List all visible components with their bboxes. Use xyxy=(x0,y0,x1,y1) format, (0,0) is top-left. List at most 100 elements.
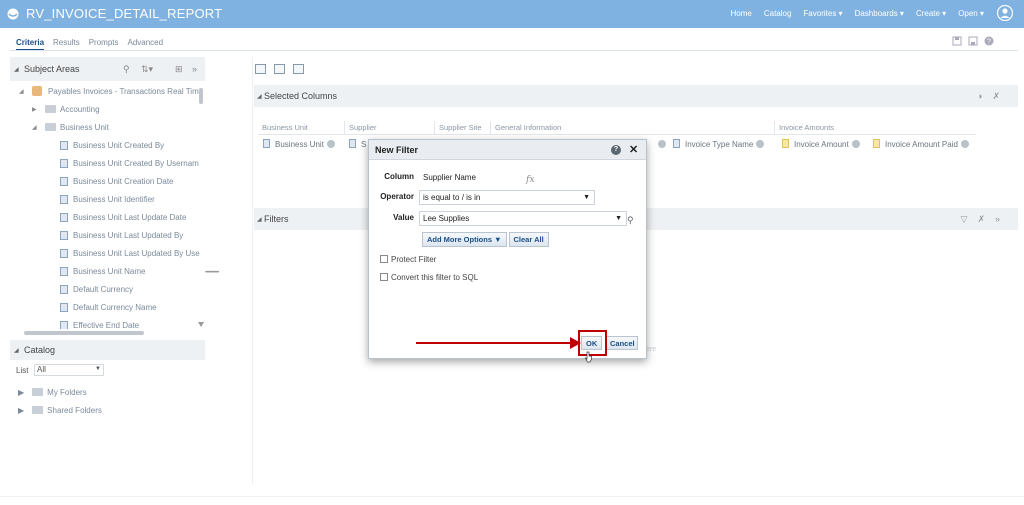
expand-arrow-icon[interactable]: ▶ xyxy=(32,106,37,113)
add-more-options-button[interactable]: Add More Options ▼ xyxy=(422,232,507,247)
tree-vertical-scrollbar[interactable] xyxy=(198,88,204,328)
column-value: Supplier Name xyxy=(419,170,529,185)
column-icon xyxy=(263,139,270,148)
column-icon xyxy=(349,139,356,148)
selected-columns-title: Selected Columns xyxy=(264,91,338,101)
nav-favorites[interactable]: Favorites ▾ xyxy=(803,9,842,18)
gear-icon[interactable] xyxy=(960,140,969,148)
nav-open[interactable]: Open ▾ xyxy=(958,9,984,18)
tree-column[interactable]: Business Unit Last Update Date xyxy=(10,210,200,228)
collapse-triangle-icon[interactable]: ◢ xyxy=(14,347,19,354)
save-icon[interactable] xyxy=(952,36,962,46)
tree-column[interactable]: Business Unit Last Updated By Use xyxy=(10,246,200,264)
remove-filters-icon[interactable]: ✗ xyxy=(977,214,985,225)
properties-icon[interactable] xyxy=(293,64,304,74)
checkbox-box[interactable] xyxy=(380,255,388,263)
sort-icon[interactable]: ⇅▾ xyxy=(141,64,153,75)
operator-select[interactable]: is equal to / is in ▼ xyxy=(419,190,595,205)
group-header: Invoice Amounts xyxy=(779,123,835,132)
tree-horizontal-scrollbar[interactable] xyxy=(14,331,202,335)
help-icon[interactable]: ? xyxy=(611,145,621,155)
gear-icon[interactable] xyxy=(851,140,860,148)
remove-all-icon[interactable]: ✗ xyxy=(992,91,1000,102)
column-icon xyxy=(60,159,68,168)
nav-dashboards[interactable]: Dashboards ▾ xyxy=(855,9,904,18)
edit-icon[interactable] xyxy=(274,64,285,74)
criteria-toolbar xyxy=(255,64,304,74)
value-input[interactable]: Lee Supplies ▼ xyxy=(419,211,627,226)
search-icon[interactable]: ⚲ xyxy=(627,215,634,226)
tree-column[interactable]: Default Currency xyxy=(10,282,200,300)
fx-icon[interactable]: fx xyxy=(526,175,534,185)
gear-icon[interactable] xyxy=(658,140,666,148)
tree-root[interactable]: ◢ Payables Invoices - Transactions Real … xyxy=(10,84,200,102)
selected-column-invoice-amount[interactable]: Invoice Amount xyxy=(782,138,860,152)
tree-column[interactable]: Business Unit Created By xyxy=(10,138,200,156)
group-header: General Information xyxy=(491,121,775,134)
nav-catalog[interactable]: Catalog xyxy=(764,9,792,18)
tree-column[interactable]: Business Unit Last Updated By xyxy=(10,228,200,246)
selected-columns-header: ◢ Selected Columns ◑ ✗ xyxy=(254,85,1018,107)
close-icon[interactable]: ✕ xyxy=(629,143,638,156)
gear-icon[interactable] xyxy=(756,140,765,148)
scrollbar-thumb[interactable] xyxy=(24,331,144,335)
panel-splitter-handle[interactable]: •••••••••••• xyxy=(205,270,251,276)
column-icon xyxy=(60,231,68,240)
collapse-triangle-icon[interactable]: ◢ xyxy=(14,66,19,73)
protect-filter-checkbox[interactable]: Protect Filter xyxy=(380,255,436,264)
search-icon[interactable]: ⚲ xyxy=(123,64,130,75)
tree-column[interactable]: Business Unit Name xyxy=(10,264,200,282)
help-icon[interactable]: ? xyxy=(984,36,994,46)
user-avatar-icon[interactable] xyxy=(997,5,1013,21)
selected-column-supplier[interactable]: S xyxy=(349,138,366,152)
expand-arrow-icon[interactable]: ▶ xyxy=(18,406,24,415)
chevron-down-icon[interactable]: ▼ xyxy=(615,212,622,225)
add-subject-area-icon[interactable]: ⊞ xyxy=(175,64,183,75)
value-label: Value xyxy=(393,213,414,222)
selected-column-invoice-amount-paid[interactable]: Invoice Amount Paid xyxy=(873,138,969,152)
filter-icon[interactable] xyxy=(255,64,266,74)
selected-column-business-unit[interactable]: Business Unit xyxy=(263,138,335,152)
tree-column[interactable]: Business Unit Identifier xyxy=(10,192,200,210)
collapse-triangle-icon[interactable]: ◢ xyxy=(257,216,262,223)
clear-all-button[interactable]: Clear All xyxy=(508,232,549,247)
catalog-folder-my-folders[interactable]: ▶ My Folders xyxy=(18,388,87,397)
column-icon xyxy=(60,213,68,222)
expand-panel-icon[interactable]: » xyxy=(192,64,197,74)
more-icon[interactable]: » xyxy=(995,214,1000,225)
collapse-arrow-icon[interactable]: ◢ xyxy=(32,124,37,131)
selected-column-gear-partial[interactable] xyxy=(655,138,666,152)
nav-home[interactable]: Home xyxy=(731,9,752,18)
cancel-button[interactable]: Cancel xyxy=(605,336,638,350)
convert-sql-checkbox[interactable]: Convert this filter to SQL xyxy=(380,273,478,282)
expand-arrow-icon[interactable]: ▶ xyxy=(18,388,24,397)
tree-folder-accounting[interactable]: ▶ Accounting xyxy=(10,102,200,120)
checkbox-box[interactable] xyxy=(380,273,388,281)
new-filter-dialog: New Filter ? ✕ Column Supplier Name fx O… xyxy=(368,139,647,359)
column-icon xyxy=(60,267,68,276)
selected-column-invoice-type-name[interactable]: Invoice Type Name xyxy=(673,138,765,152)
collapse-triangle-icon[interactable]: ◢ xyxy=(257,93,262,100)
tree-column[interactable]: Default Currency Name xyxy=(10,300,200,318)
group-header: Supplier xyxy=(345,121,435,134)
subject-areas-panel: ◢ Subject Areas ⚲ ⇅▾ ⊞ » ◢ Payables Invo… xyxy=(10,57,205,337)
catalog-list-select[interactable]: All ▼ xyxy=(34,364,104,376)
nav-create[interactable]: Create ▾ xyxy=(916,9,946,18)
tab-divider xyxy=(10,50,1018,51)
column-icon xyxy=(673,139,680,148)
collapse-arrow-icon[interactable]: ◢ xyxy=(19,88,24,95)
add-filter-icon[interactable]: ▽ xyxy=(961,214,968,225)
tree-column[interactable]: Business Unit Created By Usernam xyxy=(10,156,200,174)
dialog-title: New Filter xyxy=(375,145,419,155)
filters-title: Filters xyxy=(264,214,289,224)
catalog-folder-shared-folders[interactable]: ▶ Shared Folders xyxy=(18,406,102,415)
gear-icon[interactable] xyxy=(326,140,335,148)
tree-column[interactable]: Effective End Date xyxy=(10,318,200,329)
tree-folder-business-unit[interactable]: ◢ Business Unit xyxy=(10,120,200,138)
column-icon xyxy=(60,303,68,312)
tree-column[interactable]: Business Unit Creation Date xyxy=(10,174,200,192)
save-as-icon[interactable] xyxy=(968,36,978,46)
folder-icon xyxy=(32,388,44,396)
operator-label: Operator xyxy=(380,192,414,201)
hide-icon[interactable]: ◑ xyxy=(977,91,982,102)
